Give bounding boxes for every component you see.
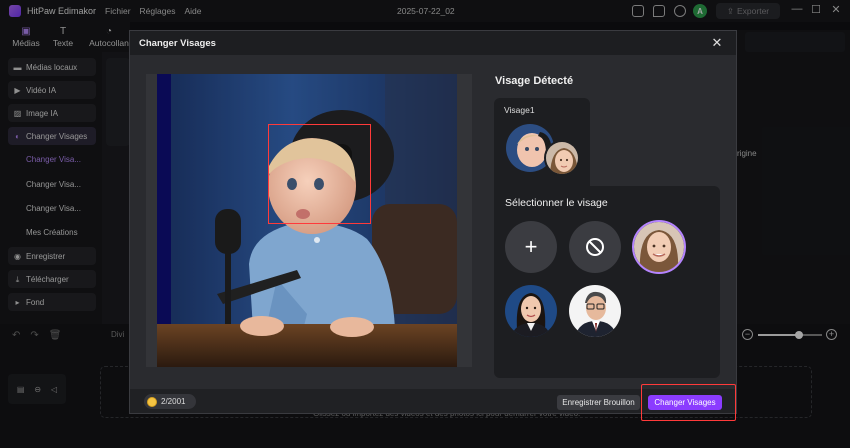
close-icon[interactable]: ✕ <box>710 35 724 51</box>
face-option-man-suit[interactable] <box>569 285 621 337</box>
dialog-title: Changer Visages <box>139 38 216 49</box>
dialog-title-bar: Changer Visages ✕ <box>130 31 736 55</box>
face-option-woman-anchor[interactable] <box>505 285 557 337</box>
face-swap-dialog: Changer Visages ✕ Visage Détecté Visage1… <box>129 30 737 421</box>
ban-icon <box>586 238 604 256</box>
credits-badge: 2/2001 <box>144 394 196 409</box>
add-face-button[interactable]: + <box>505 221 557 273</box>
face-selection-panel <box>494 186 720 378</box>
face-label: Visage1 <box>504 105 535 115</box>
no-face-button[interactable] <box>569 221 621 273</box>
detected-faces-title: Visage Détecté <box>495 75 574 87</box>
face-option-woman-brunette[interactable] <box>632 220 686 274</box>
coin-icon <box>147 396 157 407</box>
plus-icon: + <box>524 234 538 259</box>
target-face-thumbnail <box>544 140 580 176</box>
highlight-box <box>641 384 736 421</box>
save-draft-button[interactable]: Enregistrer Brouillon <box>557 395 640 410</box>
credits-count: 2/2001 <box>161 397 186 406</box>
select-face-title: Sélectionner le visage <box>505 197 608 209</box>
detected-face-box[interactable] <box>268 124 371 224</box>
